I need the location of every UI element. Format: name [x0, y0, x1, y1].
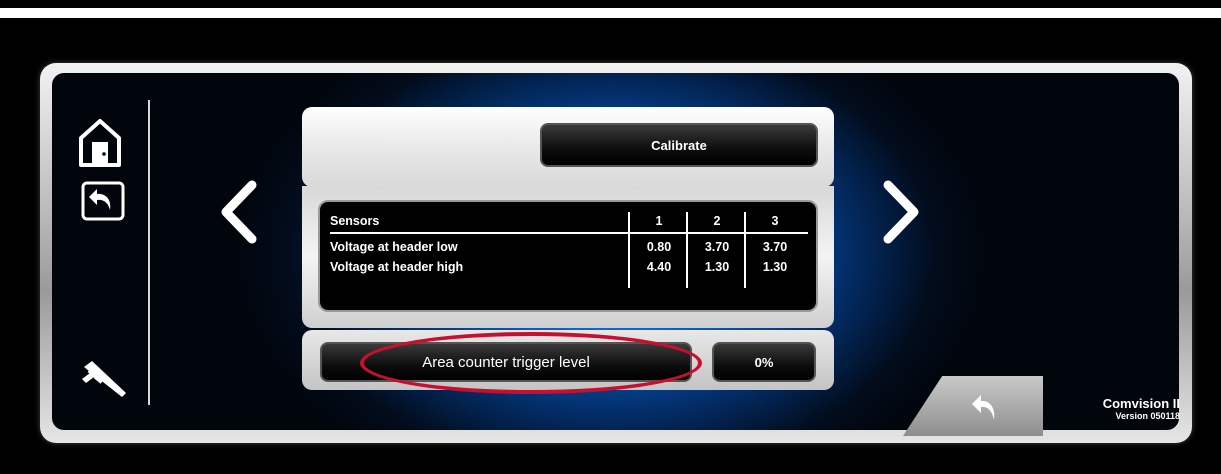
column-divider — [686, 212, 688, 288]
row-label: Voltage at header high — [330, 260, 464, 274]
table-row: Voltage at header high 4.40 1.30 1.30 — [330, 260, 808, 278]
trigger-value: 0% — [754, 354, 774, 370]
table-header: Sensors 1 2 3 — [330, 214, 808, 234]
header-col-3: 3 — [771, 214, 779, 228]
highlight-annotation — [360, 332, 702, 394]
photo-top-border — [0, 0, 1221, 18]
row-value: 3.70 — [704, 240, 730, 254]
brand-block: Comvision II Version 050118 — [1070, 396, 1180, 421]
chevron-left-icon[interactable] — [212, 177, 262, 247]
column-divider — [628, 212, 630, 288]
caliper-icon[interactable] — [78, 357, 136, 399]
header-col-2: 2 — [713, 214, 721, 228]
back-icon[interactable] — [80, 180, 126, 222]
row-value: 4.40 — [646, 260, 672, 274]
chevron-right-icon[interactable] — [878, 177, 928, 247]
table-row: Voltage at header low 0.80 3.70 3.70 — [330, 240, 808, 258]
brand-name: Comvision II — [1102, 396, 1180, 411]
row-label: Voltage at header low — [330, 240, 458, 254]
row-value: 0.80 — [646, 240, 672, 254]
home-icon[interactable] — [78, 118, 122, 168]
column-divider — [744, 212, 746, 288]
row-value: 1.30 — [704, 260, 730, 274]
back-icon[interactable] — [968, 392, 1004, 424]
brand-version: Version 050118 — [1115, 411, 1180, 421]
calibrate-label: Calibrate — [651, 137, 707, 153]
header-sensors: Sensors — [330, 214, 380, 228]
sidebar-divider — [148, 100, 150, 405]
calibrate-button[interactable]: Calibrate — [540, 123, 818, 167]
trigger-value-field[interactable]: 0% — [712, 342, 816, 382]
row-value: 1.30 — [762, 260, 788, 274]
row-value: 3.70 — [762, 240, 788, 254]
header-col-1: 1 — [655, 214, 663, 228]
sensor-table: Sensors 1 2 3 Voltage at header low 0.80… — [318, 200, 818, 312]
